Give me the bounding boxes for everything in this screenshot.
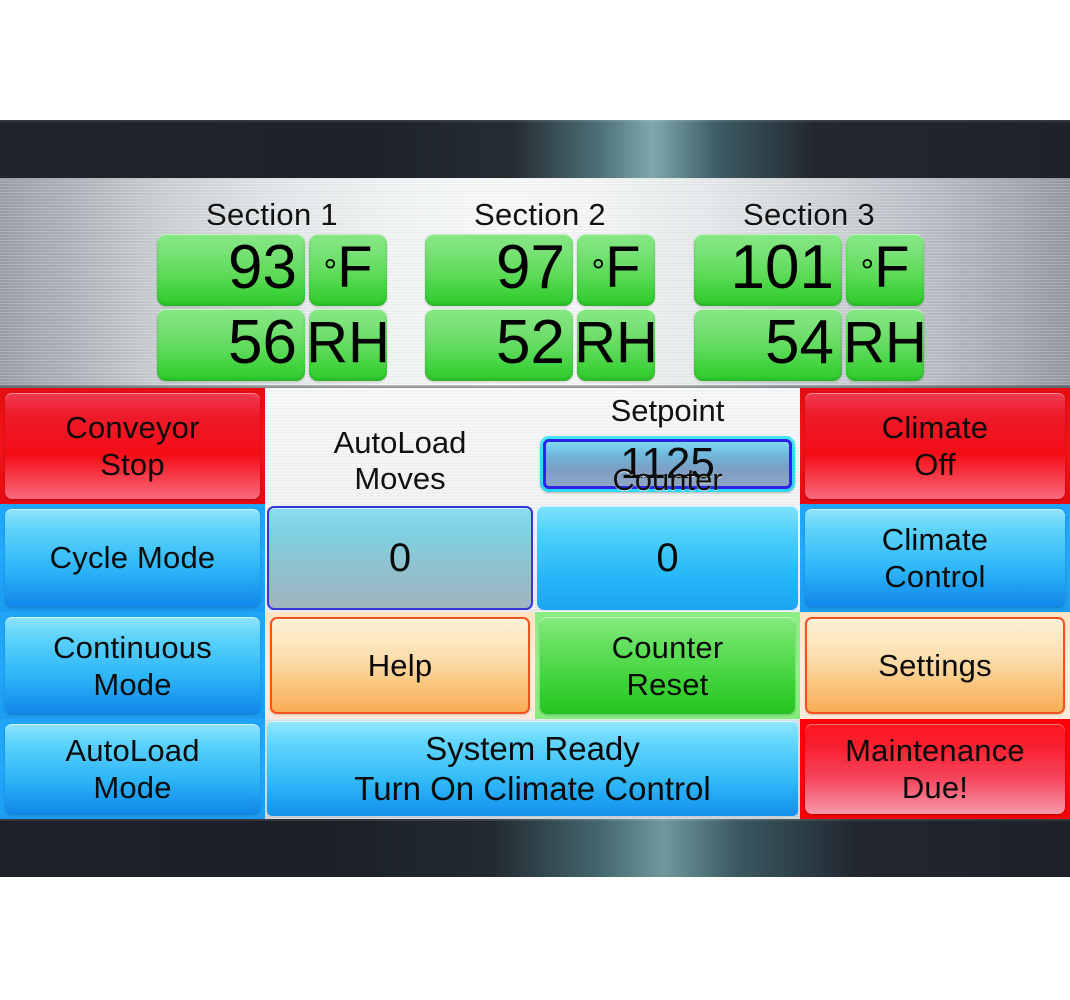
counter-value: 0 [537,506,798,610]
counter-reset-label-line2: Reset [626,666,709,702]
maintenance-due-button[interactable]: Maintenance Due! [800,719,1070,819]
help-button-face: Help [270,617,530,714]
counter-value-cell: Counter 0 [535,462,800,612]
autoload-moves-label: AutoLoad Moves [270,393,530,499]
status-message-line1: System Ready [425,729,640,767]
status-message-face: System Ready Turn On Climate Control [267,721,798,816]
conveyor-stop-button-face: Conveyor Stop [5,393,260,499]
conveyor-stop-button[interactable]: Conveyor Stop [0,388,265,504]
setpoint-label: Setpoint [610,393,725,428]
temperature-unit-letter-3: F [874,235,910,300]
sensor-group-section-3: Section 3 101 ° F 54 RH [694,196,927,381]
climate-off-button[interactable]: Climate Off [800,388,1070,504]
humidity-value-1: 56 [157,309,305,381]
cycle-mode-label: Cycle Mode [49,540,216,575]
humidity-unit-3: RH [843,309,927,381]
humidity-value-2: 52 [425,309,573,381]
screenshot-canvas: Section 1 93 ° F 56 RH Section 2 97 ° F 52… [0,0,1070,1000]
maintenance-due-label-line2: Due! [901,770,969,805]
counter-reset-button[interactable]: Counter Reset [535,612,800,719]
sensor-group-section-1: Section 1 93 ° F 56 RH [157,196,390,381]
conveyor-stop-label-line2: Stop [100,447,165,482]
temperature-value-3: 101 [694,234,842,306]
bezel-highlight [0,120,1070,122]
climate-control-label-line1: Climate [881,522,989,557]
temperature-unit-1: ° F [309,234,387,306]
sensor-readout-strip: Section 1 93 ° F 56 RH Section 2 97 ° F 52… [0,178,1070,388]
temperature-unit-3: ° F [846,234,924,306]
readout-grid-2: 97 ° F 52 RH [425,234,658,381]
section-label-1: Section 1 [206,197,338,232]
maintenance-due-label-line1: Maintenance [845,733,1025,768]
counter-reset-button-face: Counter Reset [540,617,795,714]
hmi-touch-panel: Section 1 93 ° F 56 RH Section 2 97 ° F 52… [0,120,1070,877]
status-message-bar: System Ready Turn On Climate Control [265,719,800,819]
readout-grid-1: 93 ° F 56 RH [157,234,390,381]
autoload-moves-value: 0 [267,506,533,610]
continuous-mode-button[interactable]: Continuous Mode [0,612,265,719]
climate-control-button[interactable]: Climate Control [800,504,1070,612]
temperature-unit-letter-2: F [605,235,641,300]
climate-off-label-line1: Climate [881,410,989,445]
autoload-moves-value-cell: 0 [265,504,535,612]
continuous-mode-button-face: Continuous Mode [5,617,260,714]
climate-off-button-face: Climate Off [805,393,1065,499]
settings-button-face: Settings [805,617,1065,714]
temperature-unit-letter-1: F [337,235,373,300]
bezel-highlight [0,819,1070,821]
temperature-value-1: 93 [157,234,305,306]
control-button-grid: Conveyor Stop AutoLoad Moves Setpoint 11… [0,388,1070,819]
status-message-line2: Turn On Climate Control [354,769,711,807]
panel-bezel-top [0,120,1070,178]
settings-button-label: Settings [878,647,992,683]
cycle-mode-button[interactable]: Cycle Mode [0,504,265,612]
climate-control-label-line2: Control [884,559,986,594]
section-label-2: Section 2 [474,197,606,232]
counter-reset-label-line1: Counter [611,629,724,665]
humidity-unit-2: RH [574,309,658,381]
sensor-group-section-2: Section 2 97 ° F 52 RH [425,196,658,381]
counter-label: Counter [612,462,723,497]
help-button-label: Help [367,647,433,683]
settings-button[interactable]: Settings [800,612,1070,719]
cycle-mode-button-face: Cycle Mode [5,509,260,607]
autoload-moves-label-line1: AutoLoad [333,425,467,460]
climate-control-button-face: Climate Control [805,509,1065,607]
panel-bezel-bottom [0,819,1070,877]
continuous-mode-label-line2: Mode [93,666,172,702]
section-label-3: Section 3 [743,197,875,232]
autoload-mode-button[interactable]: AutoLoad Mode [0,719,265,819]
climate-off-label-line2: Off [914,447,956,482]
continuous-mode-label-line1: Continuous [53,629,212,665]
maintenance-due-button-face: Maintenance Due! [805,724,1065,814]
readout-grid-3: 101 ° F 54 RH [694,234,927,381]
autoload-mode-label-line2: Mode [93,770,172,805]
help-button[interactable]: Help [265,612,535,719]
temperature-unit-2: ° F [577,234,655,306]
humidity-value-3: 54 [694,309,842,381]
temperature-value-2: 97 [425,234,573,306]
humidity-unit-1: RH [306,309,390,381]
autoload-moves-label-cell: AutoLoad Moves [265,388,535,504]
conveyor-stop-label-line1: Conveyor [65,410,200,445]
autoload-mode-button-face: AutoLoad Mode [5,724,260,814]
autoload-mode-label-line1: AutoLoad [65,733,200,768]
autoload-moves-label-line2: Moves [354,461,446,496]
